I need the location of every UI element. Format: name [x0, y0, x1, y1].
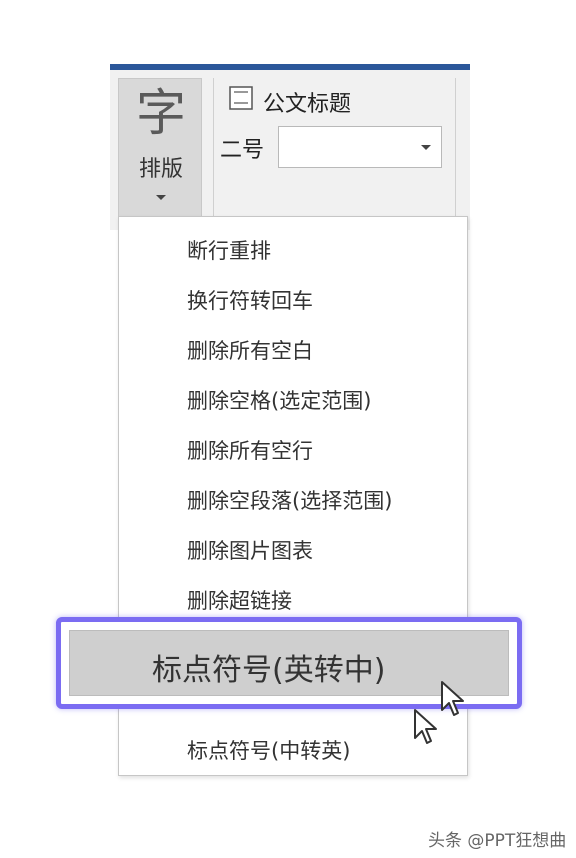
character-icon: 字	[136, 84, 186, 142]
menu-item-delete-empty-paragraphs[interactable]: 删除空段落(选择范围)	[187, 485, 392, 515]
official-title-button[interactable]: 公文标题	[263, 86, 351, 118]
menu-item-delete-images-charts[interactable]: 删除图片图表	[187, 535, 313, 565]
menu-item-reflow-lines[interactable]: 断行重排	[187, 235, 271, 265]
document-heading-icon	[229, 86, 253, 110]
typeset-button[interactable]: 字 排版	[118, 78, 202, 218]
font-size-select[interactable]	[278, 126, 442, 168]
chevron-down-icon[interactable]	[421, 145, 431, 150]
ribbon-divider	[455, 78, 456, 218]
menu-item-delete-spaces-selection[interactable]: 删除空格(选定范围)	[187, 385, 371, 415]
ribbon-divider	[213, 78, 214, 218]
menu-item-delete-all-empty-lines[interactable]: 删除所有空行	[187, 435, 313, 465]
chevron-down-icon	[156, 195, 166, 200]
typeset-label: 排版	[138, 157, 183, 182]
menu-item-punctuation-cn-to-en[interactable]: 标点符号(中转英)	[187, 735, 350, 765]
mouse-cursor-icon	[414, 709, 437, 744]
menu-item-label: 标点符号(英转中)	[152, 653, 386, 688]
menu-item-delete-hyperlinks[interactable]: 删除超链接	[187, 585, 292, 615]
font-size-label: 二号	[220, 138, 265, 163]
mouse-cursor-icon	[441, 681, 464, 716]
watermark-text: 头条 @PPT狂想曲	[428, 831, 567, 851]
menu-item-delete-all-whitespace[interactable]: 删除所有空白	[187, 335, 313, 365]
menu-item-linebreak-to-return[interactable]: 换行符转回车	[187, 285, 313, 315]
